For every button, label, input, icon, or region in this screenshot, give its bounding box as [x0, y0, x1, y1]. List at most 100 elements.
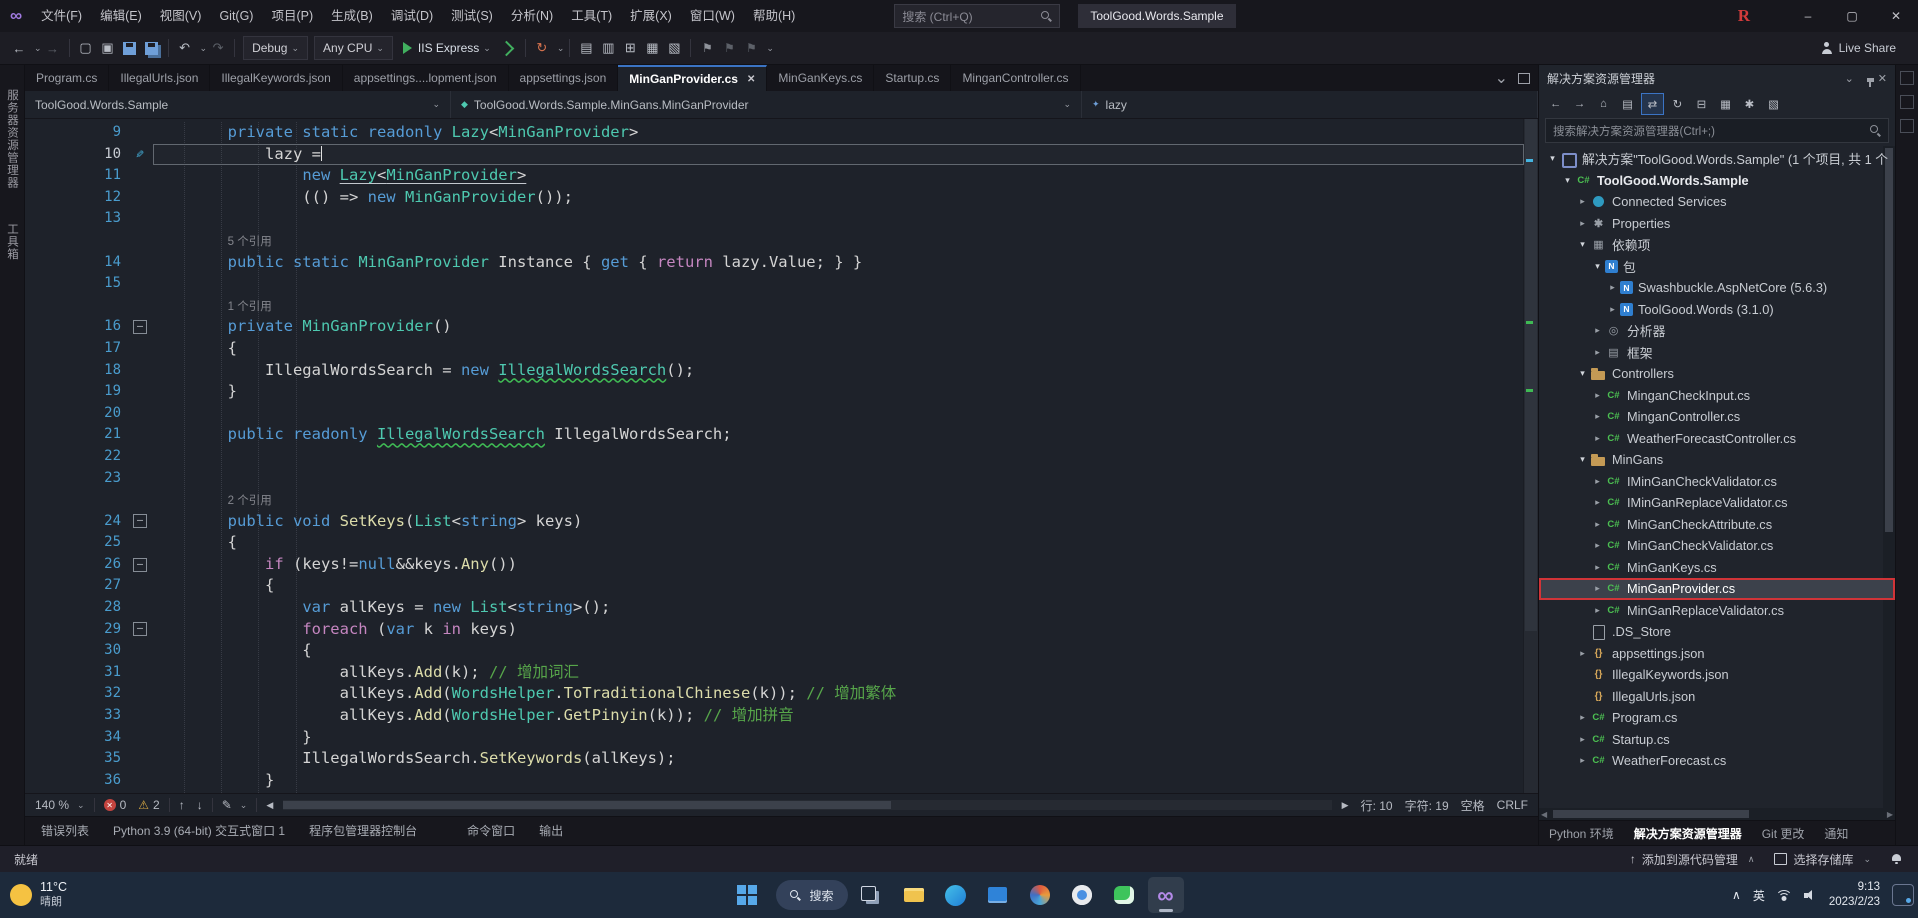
hscroll-left-icon[interactable]: ◀ — [1541, 810, 1547, 819]
open-file-icon[interactable]: ▣ — [97, 36, 119, 60]
tree-item[interactable]: ▸ C# IMinGanCheckValidator.cs — [1539, 471, 1895, 493]
fold-collapse-icon[interactable]: – — [133, 514, 147, 529]
codelens-references[interactable]: 1 个引用 — [228, 301, 272, 313]
code-line[interactable]: 24– public void SetKeys(List<string> key… — [25, 511, 1524, 533]
tree-item[interactable]: ▸ C# Program.cs — [1539, 707, 1895, 729]
dock-tab[interactable]: Python 环境 — [1539, 825, 1624, 842]
dock-tab[interactable]: 解决方案资源管理器 — [1624, 825, 1752, 842]
code-line[interactable]: 15 — [25, 273, 1524, 295]
project-dropdown[interactable]: ToolGood.Words.Sample ⌄ — [25, 91, 451, 118]
dock-tab[interactable]: Git 更改 — [1752, 825, 1815, 842]
line-indicator[interactable]: 行: 10 — [1355, 797, 1399, 814]
fold-collapse-icon[interactable]: – — [133, 557, 147, 572]
right-strip-icon[interactable] — [1900, 71, 1914, 85]
command-window-icon[interactable]: ▥ — [597, 36, 619, 60]
right-strip-icon[interactable] — [1900, 119, 1914, 133]
toolbox-vertical-tab[interactable]: 工具箱 — [2, 213, 22, 271]
network-icon[interactable] — [1775, 889, 1793, 901]
code-line[interactable]: 19 } — [25, 381, 1524, 403]
wechat-icon[interactable] — [1106, 877, 1142, 913]
expand-arrow-icon[interactable]: ▸ — [1590, 411, 1605, 422]
hidden-icons-chevron-icon[interactable]: ∧ — [1732, 888, 1741, 902]
home-icon[interactable]: ⌂ — [1593, 94, 1614, 114]
find-in-files-icon[interactable]: ▤ — [575, 36, 597, 60]
photos-icon[interactable] — [1022, 877, 1058, 913]
fold-collapse-icon[interactable]: – — [133, 320, 147, 335]
previous-bookmark-icon[interactable]: ⚑ — [718, 36, 740, 60]
expand-arrow-icon[interactable]: ▸ — [1575, 755, 1590, 766]
char-indicator[interactable]: 字符: 19 — [1399, 797, 1455, 814]
code-line[interactable]: 29– foreach (var k in keys) — [25, 619, 1524, 641]
code-line[interactable]: 23 — [25, 468, 1524, 490]
back-icon[interactable]: ← — [1545, 94, 1566, 114]
expand-arrow-icon[interactable]: ▸ — [1590, 347, 1605, 358]
bottom-tool-tab[interactable]: 程序包管理器控制台 — [297, 817, 429, 845]
editor-vertical-scrollbar[interactable] — [1523, 119, 1538, 793]
code-line[interactable]: 36 } — [25, 770, 1524, 792]
hscroll-right-icon[interactable]: ▶ — [1336, 800, 1355, 811]
tree-item[interactable]: ▸ C# Startup.cs — [1539, 729, 1895, 751]
scrollbar-thumb[interactable] — [1525, 119, 1537, 632]
expand-arrow-icon[interactable]: ▸ — [1590, 562, 1605, 573]
start-without-debugging-icon[interactable] — [498, 36, 520, 60]
editor-tab[interactable]: MinGanProvider.cs ✕ — [618, 65, 768, 91]
volume-icon[interactable] — [1803, 889, 1817, 901]
sync-with-active-document-icon[interactable]: ⇄ — [1641, 93, 1664, 115]
expand-arrow-icon[interactable]: ▸ — [1590, 433, 1605, 444]
weather-widget[interactable]: 11°C 晴朗 — [10, 880, 67, 909]
solution-search-box[interactable]: 搜索解决方案资源管理器(Ctrl+;) — [1545, 118, 1889, 143]
space-indicator[interactable]: 空格 — [1455, 797, 1491, 814]
tree-item[interactable]: ▸ C# MinGanCheckValidator.cs — [1539, 535, 1895, 557]
menu-item[interactable]: 帮助(H) — [744, 0, 804, 32]
tree-item[interactable]: .DS_Store — [1539, 621, 1895, 643]
right-strip-icon[interactable] — [1900, 95, 1914, 109]
properties-icon[interactable]: ✱ — [1739, 94, 1760, 114]
bottom-tool-tab[interactable]: 错误列表 — [29, 817, 101, 845]
next-issue-icon[interactable]: ↓ — [191, 798, 209, 812]
tree-item[interactable]: ▾ N 包 — [1539, 256, 1895, 278]
code-line[interactable]: 11 new Lazy<MinGanProvider> — [25, 165, 1524, 187]
close-icon[interactable]: ✕ — [747, 74, 755, 85]
start-debugging-button[interactable]: IIS Express ⌄ — [396, 36, 498, 60]
editor-tab[interactable]: IllegalKeywords.json — [210, 65, 343, 91]
code-line[interactable]: 22 — [25, 446, 1524, 468]
tree-item[interactable]: ▸ N ToolGood.Words (3.1.0) — [1539, 299, 1895, 321]
undo-chevron-icon[interactable]: ⌄ — [200, 43, 208, 54]
expand-arrow-icon[interactable]: ▸ — [1575, 734, 1590, 745]
expand-arrow-icon[interactable]: ▸ — [1590, 390, 1605, 401]
editor-tab[interactable]: IllegalUrls.json — [109, 65, 211, 91]
preview-icon[interactable]: ▧ — [1763, 94, 1784, 114]
navigate-back-icon[interactable]: ← — [8, 36, 30, 60]
chrome-icon[interactable] — [1064, 877, 1100, 913]
collapse-arrow-icon[interactable]: ▾ — [1575, 454, 1590, 465]
scrollbar-thumb[interactable] — [283, 801, 892, 809]
panel-close-icon[interactable]: ✕ — [1878, 72, 1887, 85]
r-extension-icon[interactable]: R — [1738, 6, 1750, 26]
output-window-icon[interactable]: ▧ — [663, 36, 685, 60]
code-line[interactable]: 28 var allKeys = new List<string>(); — [25, 597, 1524, 619]
expand-arrow-icon[interactable]: ▸ — [1590, 519, 1605, 530]
tree-item[interactable]: ▸ Connected Services — [1539, 191, 1895, 213]
expand-arrow-icon[interactable]: ▸ — [1590, 540, 1605, 551]
tree-item[interactable]: ▾ 解决方案"ToolGood.Words.Sample" (1 个项目, 共 1… — [1539, 148, 1895, 170]
menu-item[interactable]: 测试(S) — [442, 0, 502, 32]
code-line[interactable]: 13 — [25, 208, 1524, 230]
code-line[interactable]: 30 { — [25, 640, 1524, 662]
menu-item[interactable]: 编辑(E) — [91, 0, 151, 32]
debug-configuration-dropdown[interactable]: Debug ⌄ — [243, 36, 309, 60]
scrollbar-thumb[interactable] — [1553, 810, 1749, 818]
save-all-icon[interactable] — [141, 36, 163, 60]
menu-item[interactable]: 文件(F) — [32, 0, 91, 32]
menu-item[interactable]: 项目(P) — [262, 0, 322, 32]
tree-item[interactable]: ▸ C# WeatherForecast.cs — [1539, 750, 1895, 772]
expand-arrow-icon[interactable]: ▸ — [1575, 218, 1590, 229]
code-line[interactable]: 12 (() => new MinGanProvider()); — [25, 187, 1524, 209]
code-line[interactable]: 27 { — [25, 575, 1524, 597]
menu-item[interactable]: 扩展(X) — [621, 0, 681, 32]
tree-item[interactable]: ▸ C# MinGanReplaceValidator.cs — [1539, 600, 1895, 622]
tree-item[interactable]: ▸ C# MinganController.cs — [1539, 406, 1895, 428]
editor-horizontal-scrollbar[interactable] — [283, 800, 1332, 810]
toggle-bookmark-icon[interactable]: ⚑ — [696, 36, 718, 60]
menu-item[interactable]: 视图(V) — [151, 0, 211, 32]
add-to-source-control-button[interactable]: ↑ 添加到源代码管理 ∧ — [1630, 851, 1755, 868]
